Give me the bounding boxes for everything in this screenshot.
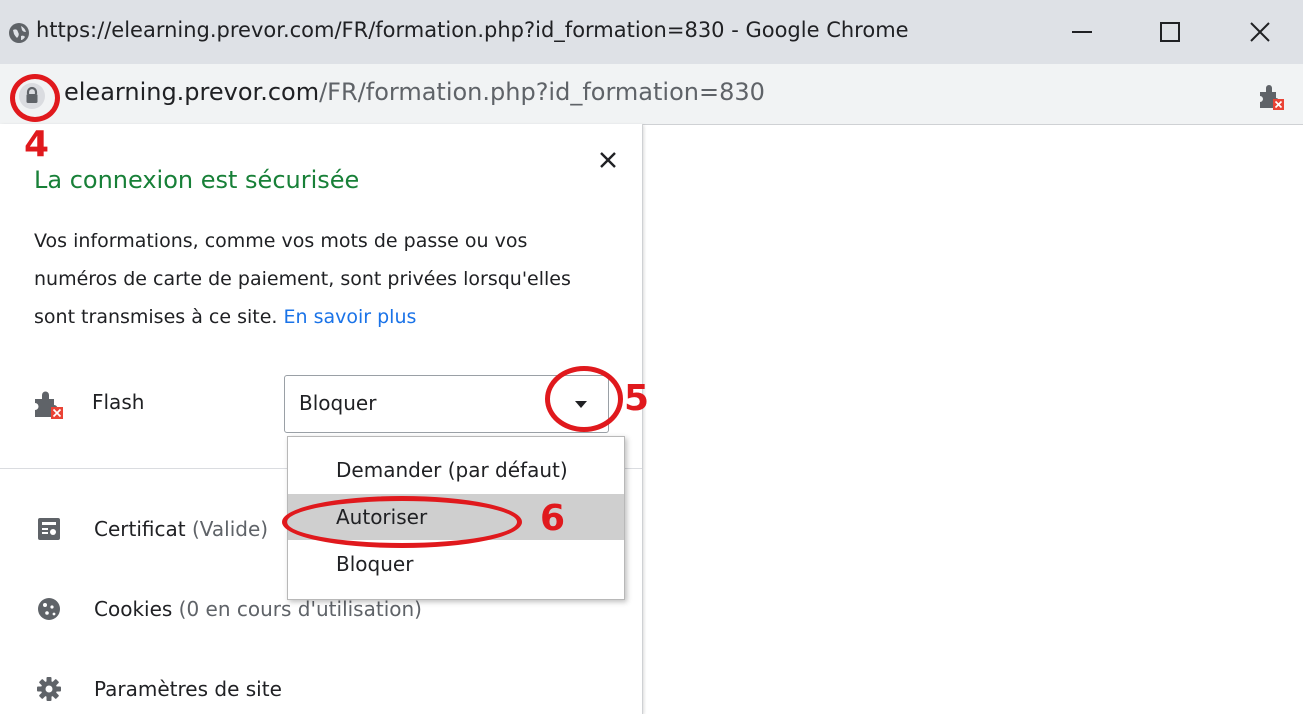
window-close-button[interactable]: [1230, 10, 1290, 54]
option-label: Bloquer: [336, 552, 414, 576]
url-path: /FR/formation.php?id_formation=830: [319, 78, 765, 106]
minimize-button[interactable]: [1052, 10, 1112, 54]
maximize-button[interactable]: [1140, 10, 1200, 54]
learn-more-link[interactable]: En savoir plus: [283, 306, 416, 328]
gear-icon: [37, 677, 61, 701]
certificate-icon: [38, 518, 60, 540]
maximize-icon: [1160, 22, 1180, 42]
annotation-step-6: 6: [540, 498, 566, 539]
certificate-label: Certificat: [94, 517, 186, 541]
option-ask[interactable]: Demander (par défaut): [288, 447, 624, 493]
certificate-status: (Valide): [191, 517, 269, 541]
annotation-ring-lock: [10, 74, 60, 122]
flash-label: Flash: [92, 390, 145, 414]
globe-icon: [9, 23, 29, 43]
annotation-ring-allow: [282, 496, 522, 548]
connection-description: Vos informations, comme vos mots de pass…: [34, 222, 604, 336]
site-settings-item[interactable]: Paramètres de site: [94, 677, 282, 701]
url-field[interactable]: elearning.prevor.com/FR/formation.php?id…: [64, 78, 765, 106]
annotation-step-5: 5: [624, 378, 650, 419]
blocked-plugin-icon: [35, 391, 63, 419]
minimize-icon: [1072, 31, 1092, 33]
annotation-ring-caret: [545, 366, 623, 432]
cookies-item[interactable]: Cookies (0 en cours d'utilisation): [94, 597, 422, 621]
blocked-plugin-icon[interactable]: [1256, 82, 1286, 110]
certificate-item[interactable]: Certificat (Valide): [94, 517, 268, 541]
flash-selected-value: Bloquer: [299, 391, 377, 415]
cookie-icon: [38, 598, 60, 620]
close-icon: [600, 152, 616, 168]
url-host: elearning.prevor.com: [64, 78, 320, 106]
cookies-label: Cookies: [94, 597, 173, 621]
window-titlebar: https://elearning.prevor.com/FR/formatio…: [0, 0, 1303, 64]
connection-secure-title: La connexion est sécurisée: [34, 166, 360, 194]
cookies-status: (0 en cours d'utilisation): [178, 597, 422, 621]
annotation-step-4: 4: [24, 124, 50, 165]
address-bar: elearning.prevor.com/FR/formation.php?id…: [0, 64, 1303, 125]
window-title: https://elearning.prevor.com/FR/formatio…: [36, 18, 909, 42]
popup-close-button[interactable]: [592, 144, 624, 176]
close-icon: [1250, 22, 1270, 42]
option-block[interactable]: Bloquer: [288, 541, 624, 587]
option-label: Demander (par défaut): [336, 458, 568, 482]
